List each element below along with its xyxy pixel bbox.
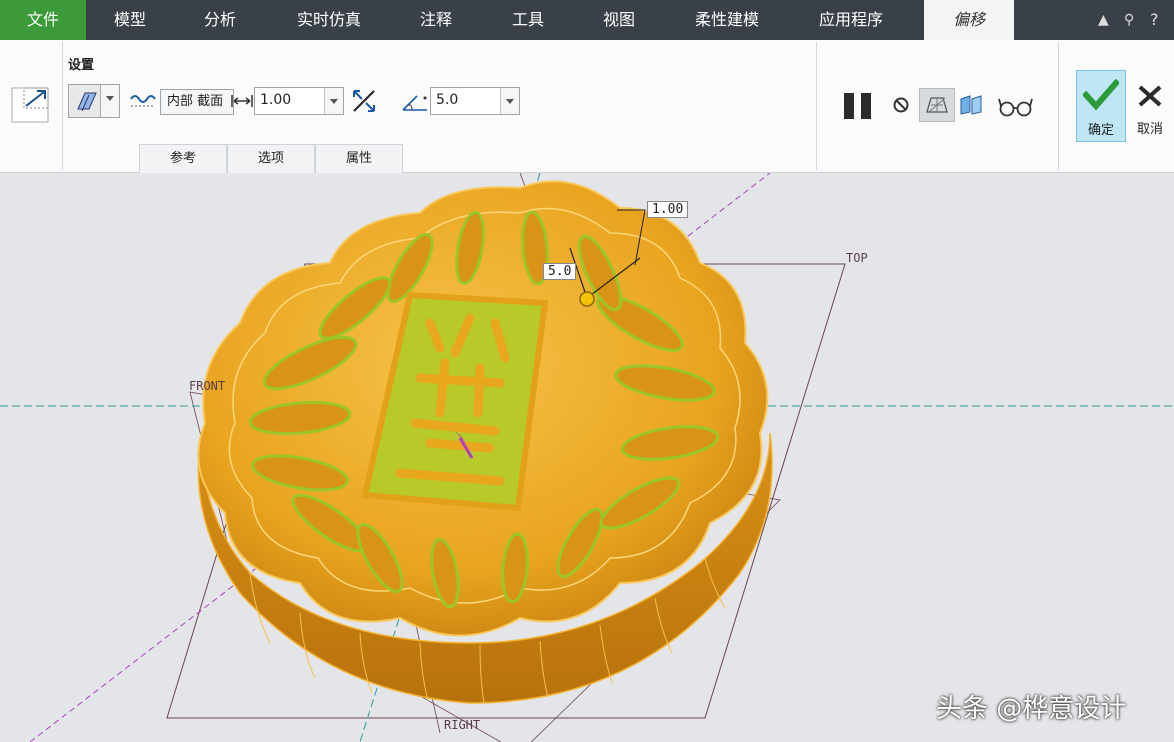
- preview-toggle[interactable]: [919, 88, 955, 122]
- subtab-options[interactable]: 选项: [227, 144, 315, 173]
- subtab-properties[interactable]: 属性: [315, 144, 403, 173]
- tab-simulation[interactable]: 实时仿真: [286, 0, 372, 40]
- tab-annotate[interactable]: 注释: [406, 0, 466, 40]
- angle-combo[interactable]: 5.0: [430, 87, 520, 115]
- angle-dimension[interactable]: 5.0: [543, 263, 577, 280]
- offset-feature-icon: [11, 87, 49, 123]
- tab-applications[interactable]: 应用程序: [808, 0, 894, 40]
- tab-offset[interactable]: 偏移: [924, 0, 1014, 40]
- chevron-down-icon[interactable]: [324, 88, 343, 114]
- section-wave-icon[interactable]: [129, 90, 157, 112]
- angle-icon: [402, 95, 427, 111]
- offset-section-field[interactable]: 内部 截面: [160, 89, 234, 115]
- datum-label-right: RIGHT: [444, 718, 481, 732]
- chevron-down-icon[interactable]: [500, 88, 519, 114]
- checkmark-icon: [1083, 79, 1119, 111]
- cancel-label: 取消: [1136, 122, 1163, 137]
- geometry-preview-icon[interactable]: [958, 94, 986, 116]
- verify-glasses-icon[interactable]: [998, 96, 1034, 118]
- datum-label-front: FRONT: [189, 379, 226, 393]
- ok-label: 确定: [1087, 123, 1114, 138]
- ribbon-tab-bar: 文件 模型 分析 实时仿真 注释 工具 视图 柔性建模 应用程序 偏移 ▲ ⚲ …: [0, 0, 1174, 40]
- settings-group-title: 设置: [68, 58, 95, 73]
- cancel-button[interactable]: 取消: [1128, 70, 1172, 140]
- ribbon-panel: 设置 内部 截面 1.00 5.0 参考 选项 属性 确定 取消: [0, 40, 1174, 173]
- subtab-references[interactable]: 参考: [139, 144, 227, 173]
- tab-analysis[interactable]: 分析: [190, 0, 250, 40]
- distance-icon: [231, 95, 253, 107]
- tab-tools[interactable]: 工具: [498, 0, 558, 40]
- no-preview-icon[interactable]: [892, 96, 910, 114]
- tab-file[interactable]: 文件: [0, 0, 86, 40]
- chevron-down-icon[interactable]: [100, 85, 119, 117]
- model-canvas[interactable]: [0, 173, 1174, 742]
- preview-mesh-icon: [926, 97, 948, 113]
- tab-flexible-modeling[interactable]: 柔性建模: [684, 0, 770, 40]
- datum-label-top: TOP: [846, 251, 868, 265]
- close-icon: [1138, 85, 1162, 107]
- offset-type-dropdown[interactable]: [68, 84, 120, 118]
- distance-value[interactable]: 1.00: [260, 92, 291, 108]
- search-help-icon[interactable]: ⚲: [1124, 12, 1134, 28]
- collapse-ribbon-icon[interactable]: ▲: [1098, 12, 1109, 28]
- flip-direction-icon[interactable]: [350, 87, 378, 115]
- distance-combo[interactable]: 1.00: [254, 87, 344, 115]
- angle-value[interactable]: 5.0: [436, 92, 458, 108]
- distance-dimension[interactable]: 1.00: [647, 201, 689, 218]
- drag-handle[interactable]: [579, 291, 595, 307]
- watermark: 头条 @桦意设计: [936, 694, 1127, 724]
- tab-model[interactable]: 模型: [100, 0, 160, 40]
- graphics-viewport[interactable]: TOP FRONT RIGHT 1.00 5.0: [0, 173, 1174, 742]
- help-icon[interactable]: ?: [1150, 10, 1159, 29]
- ok-button[interactable]: 确定: [1076, 70, 1126, 142]
- offset-type-icon: [77, 92, 97, 112]
- pause-icon[interactable]: [843, 92, 873, 120]
- tab-view[interactable]: 视图: [589, 0, 649, 40]
